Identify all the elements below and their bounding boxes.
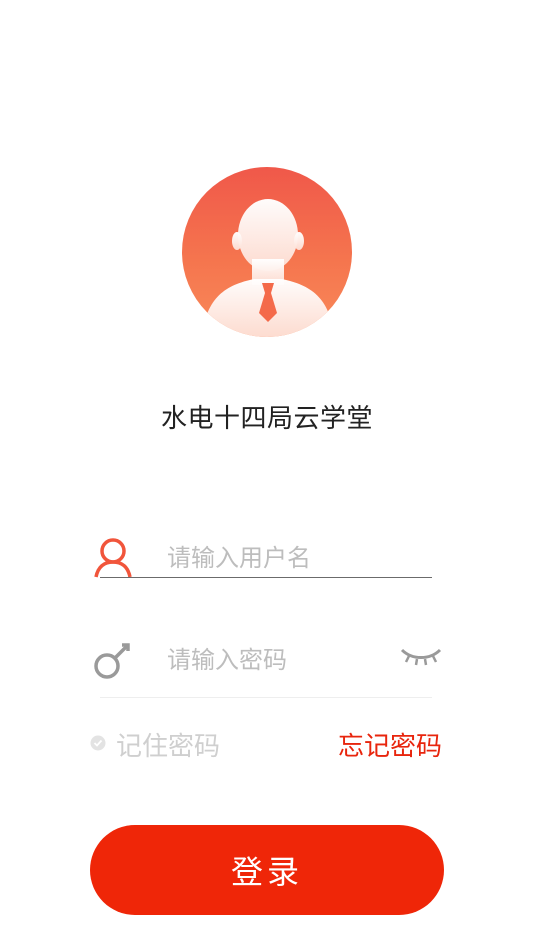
key-icon — [92, 638, 134, 684]
password-field[interactable] — [92, 632, 442, 698]
remember-row: 记住密码 忘记密码 — [90, 726, 444, 762]
user-silhouette-icon — [202, 199, 334, 337]
remember-checkbox[interactable] — [90, 735, 106, 755]
app-title: 水电十四局云学堂 — [160, 404, 373, 434]
forgot-password-link[interactable]: 忘记密码 — [338, 726, 442, 763]
person-icon — [92, 536, 134, 582]
eye-closed-icon[interactable] — [400, 644, 442, 672]
username-input[interactable] — [167, 540, 387, 576]
password-underline — [100, 697, 432, 698]
username-underline — [100, 577, 432, 578]
username-field[interactable] — [92, 530, 442, 590]
login-button[interactable]: 登录 — [90, 825, 444, 915]
remember-password-label[interactable]: 记住密码 — [116, 726, 220, 763]
password-input[interactable] — [167, 642, 387, 678]
user-avatar — [182, 167, 352, 337]
